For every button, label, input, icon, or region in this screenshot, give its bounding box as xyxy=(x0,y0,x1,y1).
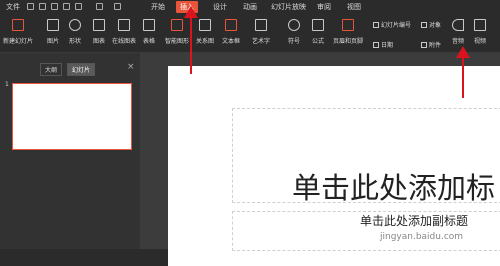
redo-icon[interactable] xyxy=(114,3,121,10)
tab-outline[interactable]: 大纲 xyxy=(40,63,63,76)
tab-view[interactable]: 视图 xyxy=(347,2,361,12)
annotation-arrowhead-insert xyxy=(184,6,198,18)
new-slide-icon xyxy=(12,19,24,31)
tab-home[interactable]: 开始 xyxy=(151,2,165,12)
attachment-icon xyxy=(421,42,427,48)
open-icon[interactable] xyxy=(39,3,46,10)
slide-thumbnail[interactable] xyxy=(12,83,132,150)
tab-review[interactable]: 审阅 xyxy=(317,2,331,12)
smart-graphic-icon xyxy=(171,19,183,31)
date-icon xyxy=(373,42,379,48)
smart-graphic-button[interactable]: 智能图形 xyxy=(165,19,189,45)
slide-number-label: 1 xyxy=(5,81,9,88)
relation-diagram-button[interactable]: 关系图 xyxy=(196,19,214,45)
file-menu[interactable]: 文件 xyxy=(6,2,20,12)
undo-icon[interactable] xyxy=(96,3,103,10)
subtitle-placeholder[interactable]: 单击此处添加副标题 xyxy=(360,212,468,229)
relation-diagram-icon xyxy=(199,19,211,31)
audio-icon xyxy=(452,19,464,31)
insert-ribbon: 新建幻灯片 图片 形状 图表 在线图表 表格 智能图形 关系图 文本框 艺术字 … xyxy=(0,15,500,53)
textbox-button[interactable]: 文本框 xyxy=(222,19,240,45)
textbox-icon xyxy=(225,19,237,31)
new-slide-button[interactable]: 新建幻灯片 xyxy=(3,19,33,45)
formula-button[interactable]: 公式 xyxy=(312,19,324,45)
print-icon[interactable] xyxy=(51,3,58,10)
tab-animation[interactable]: 动画 xyxy=(243,2,257,12)
wordart-button[interactable]: 艺术字 xyxy=(252,19,270,45)
date-button[interactable]: 日期 xyxy=(373,40,393,49)
annotation-arrow-insert xyxy=(190,14,192,74)
online-chart-button[interactable]: 在线图表 xyxy=(112,19,136,45)
slide-number-icon xyxy=(373,22,379,28)
tab-slides[interactable]: 幻灯片 xyxy=(67,63,96,76)
shape-icon xyxy=(69,19,81,31)
annotation-arrowhead-audio xyxy=(456,46,470,58)
tab-slideshow[interactable]: 幻灯片放映 xyxy=(271,2,306,12)
audio-button[interactable]: 音频 xyxy=(452,19,464,45)
chart-icon xyxy=(93,19,105,31)
watermark: jingyan.baidu.com xyxy=(380,232,464,242)
menu-bar: 文件 开始 插入 设计 动画 幻灯片放映 审阅 视图 xyxy=(0,0,500,15)
object-icon xyxy=(421,22,427,28)
attachment-button[interactable]: 附件 xyxy=(421,40,441,49)
slide-number-button[interactable]: 幻灯片编号 xyxy=(373,20,411,29)
symbol-icon xyxy=(288,19,300,31)
header-footer-button[interactable]: 页眉和页脚 xyxy=(333,19,363,45)
table-button[interactable]: 表格 xyxy=(143,19,155,45)
formula-icon xyxy=(312,19,324,31)
table-icon xyxy=(143,19,155,31)
format-painter-icon[interactable] xyxy=(75,3,82,10)
picture-icon xyxy=(47,19,59,31)
object-button[interactable]: 对象 xyxy=(421,20,441,29)
close-icon[interactable]: × xyxy=(127,62,135,72)
title-placeholder[interactable]: 单击此处添加标 xyxy=(292,165,495,207)
preview-icon[interactable] xyxy=(63,3,70,10)
wordart-icon xyxy=(255,19,267,31)
online-chart-icon xyxy=(118,19,130,31)
chart-button[interactable]: 图表 xyxy=(93,19,105,45)
picture-button[interactable]: 图片 xyxy=(47,19,59,45)
annotation-arrow-audio xyxy=(462,52,464,98)
save-icon[interactable] xyxy=(27,3,34,10)
video-icon xyxy=(474,19,486,31)
symbol-button[interactable]: 符号 xyxy=(288,19,300,45)
tab-design[interactable]: 设计 xyxy=(213,2,227,12)
video-button[interactable]: 视频 xyxy=(474,19,486,45)
shape-button[interactable]: 形状 xyxy=(69,19,81,45)
header-footer-icon xyxy=(342,19,354,31)
